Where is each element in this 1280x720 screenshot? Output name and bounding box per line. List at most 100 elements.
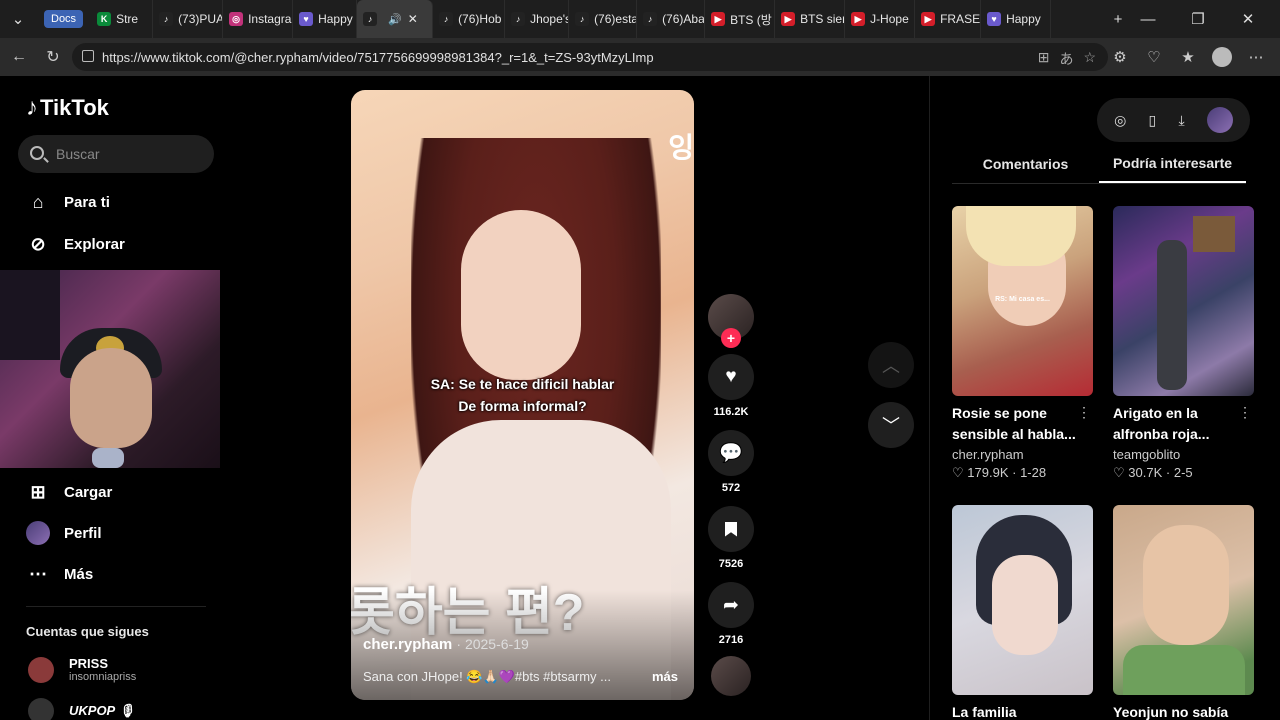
app-available-icon[interactable]: ⊞ (1038, 49, 1050, 69)
video-thumbnail[interactable]: RS: Mi casa es... (952, 206, 1093, 396)
comment-button[interactable]: 💬 (708, 430, 754, 476)
browser-tabbar: ⌄ Docs K Stre ♪ (73)PUA ◎ Instagra ♥ Happy ♪ 🔊 ✕ ♪ (… (0, 0, 1280, 38)
browser-tab[interactable]: ♥ Happy (981, 0, 1052, 38)
translate-icon[interactable]: あ (1059, 49, 1073, 69)
browser-tab[interactable]: ♥ Happy (293, 0, 358, 38)
channel-watermark: 잉 (668, 132, 694, 163)
favorite-star-icon[interactable]: ☆ (1083, 49, 1096, 69)
tab-comments[interactable]: Comentarios (952, 144, 1099, 183)
suggested-video-card[interactable]: Yeonjun no sabía (1113, 505, 1254, 720)
nav-more[interactable]: ⋯ Más (26, 562, 93, 586)
extensions-icon[interactable]: ⚙ (1106, 43, 1134, 71)
user-avatar[interactable] (1206, 107, 1233, 133)
browser-tab[interactable]: ♪ 🔊 ✕ (357, 0, 434, 38)
nav-explore[interactable]: ⊘ Explorar (26, 232, 124, 256)
card-likes: 179.9K (967, 465, 1009, 480)
video-author[interactable]: cher.rypham · 2025-6-19 (363, 636, 529, 653)
browser-tab[interactable]: ▶ BTS (방 (705, 0, 776, 38)
video-subtitle: SA: Se te hace dificil hablar De forma i… (351, 373, 694, 417)
card-date: 2-5 (1173, 465, 1193, 480)
previous-video-button[interactable]: ︿ (868, 342, 914, 388)
thumbnail-inset (1193, 216, 1235, 252)
tab-favicon-icon: ♥ (987, 12, 1002, 26)
more-link[interactable]: más (652, 669, 678, 684)
video-thumbnail[interactable] (1113, 206, 1254, 396)
video-player[interactable]: 잉 SA: Se te hace dificil hablar De forma… (351, 90, 694, 700)
separator-dot: · (1012, 465, 1021, 480)
docs-tab-group[interactable]: Docs (44, 10, 84, 28)
search-input[interactable]: Buscar (18, 135, 214, 173)
compass-icon[interactable]: ◎ (1114, 112, 1126, 129)
profile-avatar-icon[interactable] (1208, 43, 1236, 71)
favorites-icon[interactable]: ★ (1174, 43, 1202, 71)
follow-plus-icon[interactable]: + (721, 328, 741, 348)
tab-label: Happy (318, 12, 353, 26)
browser-tab[interactable]: ♪ (76)Hob (433, 0, 506, 38)
suggested-video-card[interactable]: La familia (952, 505, 1093, 720)
upload-plus-icon: ⊞ (30, 481, 46, 502)
browser-tab[interactable]: ▶ FRASES (915, 0, 982, 38)
close-window-button[interactable]: ✕ (1226, 0, 1270, 38)
browser-tab[interactable]: ◎ Instagra (223, 0, 294, 38)
card-menu-icon[interactable]: ⋮ (1238, 404, 1252, 421)
share-button[interactable]: ➦ (708, 582, 754, 628)
tiktok-logo[interactable]: ♪ TikTok (26, 94, 109, 122)
tab-suggested[interactable]: Podría interesarte (1099, 144, 1246, 183)
browser-tab[interactable]: ♪ Jhope's (505, 0, 570, 38)
browser-tab[interactable]: ♪ (76)Aba (637, 0, 706, 38)
like-action: ♥ 116.2K (707, 354, 755, 424)
comment-count: 572 (721, 482, 741, 494)
site-info-icon[interactable] (82, 50, 94, 62)
card-user[interactable]: teamgoblito (1113, 447, 1254, 462)
download-icon[interactable]: ⤓ (1178, 112, 1184, 129)
streamer-face (70, 348, 152, 448)
video-thumbnail[interactable] (952, 505, 1093, 695)
thumbnail-figure (1157, 240, 1187, 390)
browser-tab[interactable]: K Stre (91, 0, 154, 38)
share-count: 2716 (718, 634, 744, 646)
reload-button[interactable]: ↻ (36, 40, 70, 74)
maximize-button[interactable]: ❐ (1176, 0, 1220, 38)
suggested-video-card[interactable]: Arigato en la alfronba roja... ⋮ teamgob… (1113, 206, 1254, 481)
video-thumbnail[interactable] (1113, 505, 1254, 695)
tab-favicon-icon: ▶ (921, 12, 936, 26)
card-title: Yeonjun no sabía (1113, 704, 1229, 720)
menu-icon[interactable]: ⋯ (1242, 43, 1270, 71)
close-tab-icon[interactable]: ✕ (408, 12, 418, 26)
home-icon: ⌂ (32, 191, 44, 212)
browser-tab[interactable]: ♪ (76)esta (569, 0, 638, 38)
browser-essentials-icon[interactable]: ♡ (1140, 43, 1168, 71)
card-menu-icon[interactable]: ⋮ (1077, 404, 1091, 421)
back-button[interactable]: ← (2, 40, 36, 74)
next-video-button[interactable]: ﹀ (868, 402, 914, 448)
nav-upload[interactable]: ⊞ Cargar (26, 480, 112, 504)
action-column: + ♥ 116.2K 💬 572 7526 ➦ 2716 (707, 294, 755, 710)
url-field[interactable]: https://www.tiktok.com/@cher.rypham/vide… (72, 43, 1108, 71)
mobile-icon[interactable]: ▯ (1149, 112, 1157, 129)
card-user[interactable]: cher.rypham (952, 447, 1093, 462)
suggested-video-card[interactable]: RS: Mi casa es... Rosie se pone sensible… (952, 206, 1093, 481)
browser-tab[interactable]: ▶ J-Hope (845, 0, 916, 38)
creator-avatar[interactable]: + (708, 294, 754, 348)
divider (26, 606, 206, 607)
minimize-button[interactable]: — (1126, 0, 1170, 38)
tab-favicon-icon: ♪ (511, 12, 526, 26)
nav-for-you[interactable]: ⌂ Para ti (26, 190, 110, 214)
following-item[interactable]: PRISS insomniapriss (28, 656, 136, 683)
avatar (28, 698, 54, 720)
like-button[interactable]: ♥ (708, 354, 754, 400)
following-item[interactable]: UKPOP 🎙 (28, 698, 135, 720)
url-text: https://www.tiktok.com/@cher.rypham/vide… (102, 49, 654, 65)
tab-list-button[interactable]: ⌄ (0, 0, 36, 38)
thumbnail-face (1143, 525, 1229, 645)
thumbnail-hair (966, 206, 1076, 266)
speaker-icon[interactable]: 🔊 (388, 13, 402, 26)
search-placeholder: Buscar (56, 146, 100, 162)
browser-tab[interactable]: ♪ (73)PUA (153, 0, 224, 38)
thumbnail-shirt (1123, 645, 1245, 695)
music-disc-avatar[interactable] (711, 656, 751, 696)
video-description: Sana con JHope! 😂🙏🏻💜#bts #btsarmy ... (363, 669, 611, 684)
browser-tab[interactable]: ▶ BTS sier (775, 0, 846, 38)
save-button[interactable] (708, 506, 754, 552)
nav-profile[interactable]: Perfil (26, 521, 102, 545)
